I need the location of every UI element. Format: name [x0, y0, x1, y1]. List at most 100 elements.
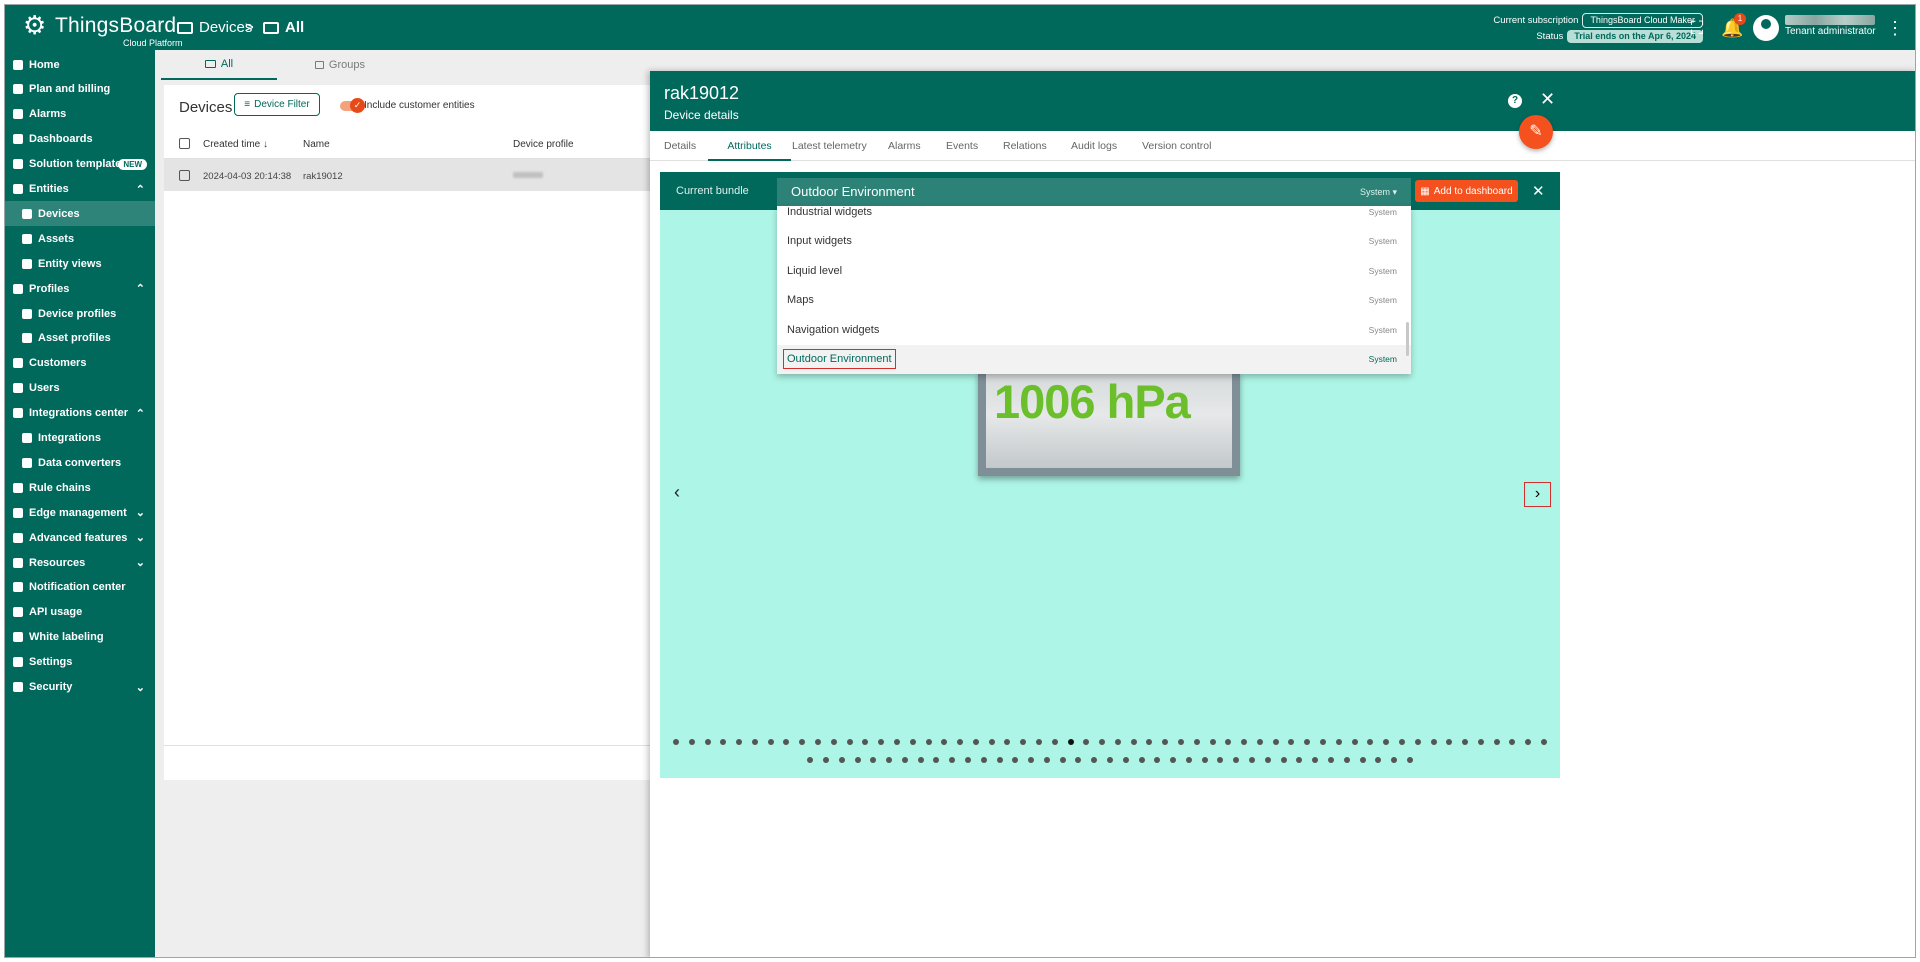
pager-dot[interactable] — [688, 739, 695, 745]
pager-dot[interactable] — [1138, 757, 1145, 763]
app-logo[interactable]: ⚙ ThingsBoard Cloud Platform — [23, 10, 183, 48]
sidebar-item-users[interactable]: Users — [5, 376, 155, 401]
pager-dot[interactable] — [1391, 757, 1398, 763]
pager-dot[interactable] — [1540, 739, 1547, 745]
avatar[interactable] — [1753, 15, 1779, 41]
pager-dot[interactable] — [1335, 739, 1342, 745]
pager-dot[interactable] — [736, 739, 743, 745]
dropdown-scrollbar[interactable] — [1406, 322, 1409, 356]
tab-attributes[interactable]: Attributes — [708, 131, 791, 161]
pager-dot[interactable] — [1359, 757, 1366, 763]
device-filter-button[interactable]: ≡ Device Filter — [234, 93, 320, 116]
sidebar-item-customers[interactable]: Customers — [5, 351, 155, 376]
pager-dot[interactable] — [1193, 739, 1200, 745]
dropdown-option[interactable]: Maps System — [777, 286, 1411, 315]
pager-dot[interactable] — [1028, 757, 1035, 763]
pager-dot[interactable] — [783, 739, 790, 745]
pager-dot[interactable] — [980, 757, 987, 763]
pager-dot[interactable] — [1241, 739, 1248, 745]
pager-dot[interactable] — [964, 757, 971, 763]
pager-dot[interactable] — [957, 739, 964, 745]
pager-dot[interactable] — [1493, 739, 1500, 745]
pager-dot[interactable] — [1185, 757, 1192, 763]
user-info[interactable]: Tenant administrator — [1785, 13, 1876, 39]
tab-audit-logs[interactable]: Audit logs — [1071, 131, 1117, 161]
sidebar-item-settings[interactable]: Settings — [5, 650, 155, 675]
pager-dot[interactable] — [1170, 757, 1177, 763]
pager-dot[interactable] — [1035, 739, 1042, 745]
help-icon[interactable]: ? — [1508, 94, 1522, 108]
pager-dot[interactable] — [1406, 757, 1413, 763]
pager-dot[interactable] — [1146, 739, 1153, 745]
include-customer-toggle[interactable] — [340, 98, 365, 113]
dropdown-option[interactable]: Outdoor Environment System — [777, 345, 1411, 374]
pager-dot[interactable] — [1178, 739, 1185, 745]
pager-dot[interactable] — [1351, 739, 1358, 745]
pager-dot[interactable] — [988, 739, 995, 745]
pager-dot[interactable] — [1375, 757, 1382, 763]
sidebar-item-notification-center[interactable]: Notification center — [5, 575, 155, 600]
sidebar-item-entity-views[interactable]: Entity views — [5, 251, 155, 276]
sidebar-item-asset-profiles[interactable]: Asset profiles — [5, 326, 155, 351]
tab-version-control[interactable]: Version control — [1142, 131, 1211, 161]
pager-dot[interactable] — [1288, 739, 1295, 745]
fullscreen-icon[interactable]: ⛶ — [1686, 17, 1708, 39]
pager-dot[interactable] — [949, 757, 956, 763]
pager-dot[interactable] — [1477, 739, 1484, 745]
pager-dot[interactable] — [1462, 739, 1469, 745]
pager-dot[interactable] — [862, 739, 869, 745]
sidebar-item-devices[interactable]: Devices — [5, 201, 155, 227]
chevron-up-icon[interactable]: ⌃ — [136, 183, 145, 196]
pager-dot[interactable] — [1225, 739, 1232, 745]
pager-dot[interactable] — [1312, 757, 1319, 763]
pager-dot[interactable] — [838, 757, 845, 763]
table-row[interactable]: 2024-04-03 20:14:38 rak19012 — [164, 159, 654, 191]
pager-dot[interactable] — [1272, 739, 1279, 745]
row-checkbox[interactable] — [179, 170, 190, 181]
pager-dot[interactable] — [1509, 739, 1516, 745]
chevron-up-icon[interactable]: ⌃ — [136, 282, 145, 295]
widget-preview[interactable]: 1006 hPa — [978, 372, 1240, 476]
pager-dot[interactable] — [822, 757, 829, 763]
pager-dot[interactable] — [1107, 757, 1113, 763]
pager-dot[interactable] — [1414, 739, 1421, 745]
chevron-up-icon[interactable]: ⌃ — [136, 407, 145, 420]
pager-dot[interactable] — [1059, 757, 1066, 763]
pager-dot[interactable] — [1383, 739, 1390, 745]
sidebar-item-plan-and-billing[interactable]: Plan and billing — [5, 77, 155, 102]
chevron-down-icon[interactable]: ⌄ — [136, 506, 145, 519]
pager-dot[interactable] — [1091, 757, 1098, 763]
pager-dot[interactable] — [1067, 739, 1074, 745]
pager-dot[interactable] — [870, 757, 877, 763]
pager-dot[interactable] — [1327, 757, 1334, 763]
tab-latest-telemetry[interactable]: Latest telemetry — [792, 131, 867, 161]
pager-dot[interactable] — [1320, 739, 1327, 745]
pager-dot[interactable] — [1201, 757, 1208, 763]
close-bundle-icon[interactable]: ✕ — [1532, 182, 1545, 200]
pager-dot[interactable] — [767, 739, 774, 745]
pager-dot[interactable] — [996, 757, 1003, 763]
column-name[interactable]: Name — [303, 139, 330, 150]
tab-all[interactable]: All — [161, 50, 277, 80]
pager-dot[interactable] — [1083, 739, 1090, 745]
pager-dot[interactable] — [1296, 757, 1303, 763]
pager-dot[interactable] — [673, 739, 680, 745]
sidebar-item-alarms[interactable]: Alarms — [5, 102, 155, 127]
column-created-time[interactable]: Created time ↓ — [203, 139, 268, 150]
pager-dot[interactable] — [846, 739, 853, 745]
sidebar-item-resources[interactable]: Resources ⌄ — [5, 550, 155, 575]
pager-dot[interactable] — [1256, 739, 1263, 745]
pager-dot[interactable] — [830, 739, 837, 745]
pager-dot[interactable] — [1043, 757, 1050, 763]
pager-dot[interactable] — [925, 739, 932, 745]
chevron-down-icon[interactable]: ⌄ — [136, 681, 145, 694]
sidebar-item-advanced-features[interactable]: Advanced features ⌄ — [5, 525, 155, 550]
sidebar-item-assets[interactable]: Assets — [5, 226, 155, 251]
dropdown-option[interactable]: Industrial widgets System — [777, 206, 1411, 227]
dropdown-option[interactable]: Liquid level System — [777, 257, 1411, 286]
sidebar-item-rule-chains[interactable]: Rule chains — [5, 475, 155, 500]
add-to-dashboard-button[interactable]: ▦ Add to dashboard — [1415, 180, 1518, 202]
sidebar-item-data-converters[interactable]: Data converters — [5, 450, 155, 475]
notifications-bell-icon[interactable]: 🔔 1 — [1721, 13, 1746, 39]
sidebar-item-entities[interactable]: Entities ⌃ — [5, 177, 155, 202]
